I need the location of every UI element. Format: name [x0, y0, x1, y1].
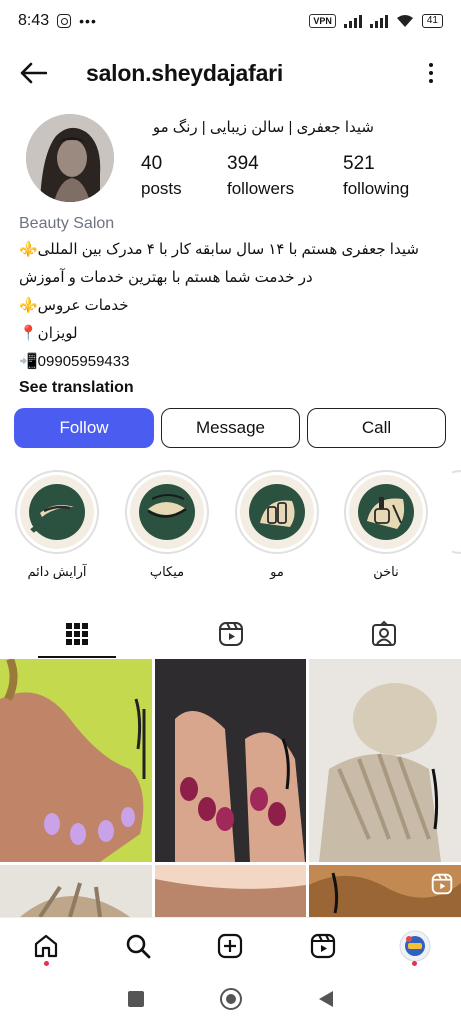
bio-line: شیدا جعفری هستم با ۱۴ سال سابقه کار با ۴…: [19, 241, 419, 258]
tab-tagged[interactable]: [307, 610, 461, 658]
eyebrow-icon: [20, 475, 94, 549]
system-navigation: [0, 973, 461, 1024]
post-lavender-nails[interactable]: [0, 659, 152, 862]
nav-profile[interactable]: [393, 924, 437, 968]
story-highlight[interactable]: آرایش دائم: [15, 470, 99, 580]
nav-reels[interactable]: [301, 924, 345, 968]
vpn-badge: VPN: [309, 14, 336, 28]
more-vertical-icon[interactable]: [419, 58, 443, 88]
follow-button[interactable]: Follow: [14, 408, 154, 448]
reels-icon: [310, 933, 335, 958]
tagged-person-icon: [372, 621, 397, 646]
back-system-button[interactable]: [318, 990, 334, 1008]
highlight-ring: [344, 470, 428, 554]
profile-bio: Beauty Salon شیدا جعفری هستم با ۱۴ سال س…: [19, 212, 444, 400]
highlight-label: مو: [270, 564, 284, 579]
nav-home[interactable]: [24, 924, 68, 968]
avatar[interactable]: [26, 114, 114, 202]
stat-following[interactable]: 521 following: [343, 152, 409, 202]
search-icon: [126, 934, 151, 958]
stat-following-label: following: [343, 179, 410, 198]
posts-grid: [0, 659, 461, 917]
profile-category: Beauty Salon: [19, 215, 115, 232]
stat-posts[interactable]: 40 posts: [141, 152, 227, 202]
battery-icon: 41: [421, 14, 443, 28]
post-braids-2[interactable]: [0, 865, 152, 917]
status-time: 8:43: [18, 12, 50, 29]
story-highlight[interactable]: ناخن: [344, 470, 428, 580]
back-arrow-icon: [20, 62, 47, 84]
header-username: salon.sheydajafari: [86, 59, 284, 86]
stat-posts-value: 40: [141, 153, 163, 174]
home-icon: [34, 934, 58, 957]
recents-button[interactable]: [127, 990, 144, 1007]
signal-icon-2: [369, 14, 388, 28]
story-highlight[interactable]: مو: [235, 470, 319, 580]
notification-dot: [43, 960, 49, 966]
nav-create[interactable]: [208, 924, 252, 968]
eye-makeup-icon: [130, 475, 204, 549]
post-burgundy-nails[interactable]: [155, 659, 306, 862]
bottom-navigation: [0, 917, 461, 973]
highlight-ring: [452, 470, 461, 554]
highlight-label: ناخن: [373, 564, 399, 579]
more-dots-icon: •••: [79, 13, 97, 29]
highlight-label: آرایش دائم: [27, 564, 87, 579]
bio-line: در خدمت شما هستم با بهترین خدمات و آموزش: [19, 269, 313, 286]
instagram-notification-icon: [57, 14, 72, 28]
profile-avatar-icon: [399, 930, 431, 961]
see-translation-link[interactable]: See translation: [19, 376, 444, 400]
reel-badge-icon: [431, 873, 453, 895]
bio-line: لویزان📍: [19, 325, 78, 342]
story-highlight[interactable]: میکاپ: [125, 470, 209, 580]
back-button[interactable]: [18, 58, 48, 88]
story-highlight-partial[interactable]: [452, 470, 461, 554]
add-post-icon: [218, 933, 243, 958]
grid-icon: [65, 623, 88, 645]
post-braided-bun[interactable]: [309, 659, 461, 862]
stat-followers-value: 394: [227, 153, 259, 174]
wifi-icon: [396, 15, 413, 27]
home-system-button[interactable]: [219, 987, 242, 1010]
stat-following-value: 521: [343, 153, 375, 174]
hair-products-icon: [240, 475, 314, 549]
reels-icon: [218, 622, 243, 646]
post-hand-2[interactable]: [155, 865, 306, 917]
status-bar: 8:43 ••• VPN 41: [0, 0, 461, 42]
tab-reels[interactable]: [154, 610, 308, 658]
tab-posts-grid[interactable]: [0, 610, 154, 658]
highlight-ring: [15, 470, 99, 554]
stat-followers-label: followers: [227, 179, 295, 198]
stat-posts-label: posts: [141, 179, 182, 198]
call-button[interactable]: Call: [307, 408, 446, 448]
signal-icon: [343, 14, 362, 28]
stat-followers[interactable]: 394 followers: [227, 152, 343, 202]
bio-line: خدمات عروس⚜️: [19, 297, 129, 314]
profile-stats: 40 posts 394 followers 521 following: [141, 152, 409, 202]
notification-dot: [412, 960, 418, 966]
highlight-ring: [125, 470, 209, 554]
profile-full-name: شیدا جعفری | سالن زیبایی | رنگ مو: [152, 119, 374, 136]
bio-phone[interactable]: 📲09905959433: [19, 348, 444, 376]
profile-header: salon.sheydajafari: [0, 48, 461, 98]
nav-search[interactable]: [116, 924, 160, 968]
highlight-ring: [235, 470, 319, 554]
post-reel-curls[interactable]: [309, 865, 461, 917]
profile-tabs: [0, 610, 461, 658]
message-button[interactable]: Message: [161, 408, 300, 448]
highlight-label: میکاپ: [149, 564, 185, 579]
nail-polish-icon: [349, 475, 423, 549]
